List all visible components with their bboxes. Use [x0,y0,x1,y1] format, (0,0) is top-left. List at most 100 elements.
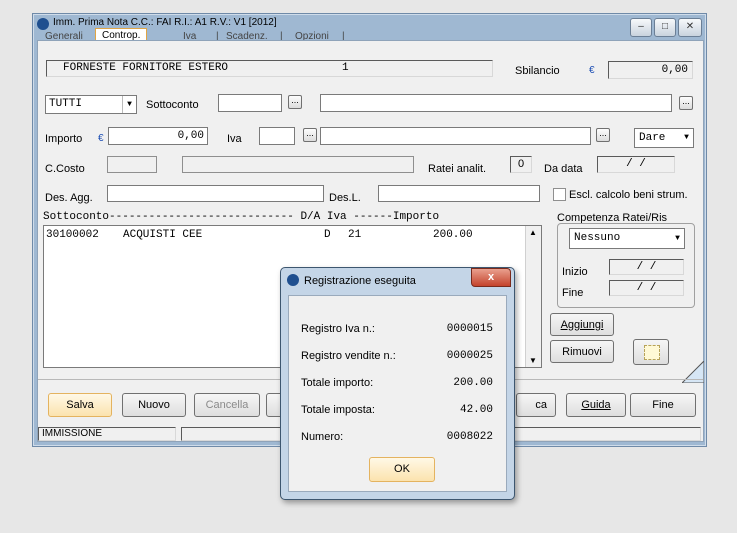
euro-icon: € [589,65,595,76]
ccosto-label: C.Costo [45,163,85,175]
dialog-row-value: 0008022 [446,431,493,443]
ellipsis-icon: ... [599,128,607,138]
ccosto-input[interactable] [107,156,157,173]
fine-input[interactable]: / / [609,280,684,296]
sottoconto-desc-lookup-button[interactable]: ... [679,96,693,110]
row-da: D [324,229,331,241]
ellipsis-icon: ... [306,128,314,138]
dialog-row-value: 200.00 [453,377,493,389]
des-l-label: Des.L. [329,192,361,204]
filter-select-value: TUTTI [49,98,83,110]
iva-desc-input[interactable] [320,127,591,145]
dialog-row-value: 0000025 [446,350,493,362]
calculator-icon [644,345,660,360]
sottoconto-label: Sottoconto [146,99,199,111]
ellipsis-icon: ... [291,95,299,105]
supplier-field: FORNESTE FORNITORE ESTERO 1 [46,60,493,77]
document-number: 1 [342,62,349,74]
cancella-button[interactable]: Cancella [194,393,260,417]
row-importo: 200.00 [433,229,473,241]
sottoconto-lookup-button[interactable]: ... [288,95,302,109]
filter-select[interactable]: TUTTI ▼ [45,95,137,114]
dialog-title: Registrazione eseguita [304,275,416,287]
close-icon: x [487,271,495,283]
dialog-row-label: Registro vendite n.: [301,350,396,362]
chevron-down-icon: ▼ [122,96,136,113]
dialog-row-label: Numero: [301,431,344,443]
grid-header: Sottoconto---------------------------- D… [43,211,440,223]
inizio-input[interactable]: / / [609,259,684,275]
des-l-input[interactable] [378,185,540,202]
aggiungi-button[interactable]: Aggiungi [550,313,614,336]
iva-desc-lookup-button[interactable]: ... [596,128,610,142]
dare-select[interactable]: Dare ▼ [634,128,694,148]
escl-checkbox[interactable] [553,188,566,201]
dialog-row-totale-importo: Totale importo: 200.00 [301,377,493,389]
app-icon [287,274,299,286]
salva-button[interactable]: Salva [48,393,112,417]
scroll-down-icon[interactable]: ▼ [529,356,537,365]
minimize-icon: – [638,21,644,32]
status-mode: IMMISSIONE [38,427,176,441]
chevron-down-icon: ▼ [684,133,689,142]
sbilancio-label: Sbilancio [515,65,560,77]
euro-icon: € [98,133,104,144]
sbilancio-value: 0,00 [608,61,693,79]
iva-label: Iva [227,133,242,145]
ccosto-desc-field [182,156,414,173]
sottoconto-code-input[interactable] [218,94,282,112]
dialog-row-label: Totale imposta: [301,404,375,416]
guida-button[interactable]: Guida [566,393,626,417]
nuovo-button[interactable]: Nuovo [122,393,186,417]
ok-button[interactable]: OK [369,457,435,482]
dialog-body: Registro Iva n.: 0000015 Registro vendit… [288,295,507,492]
competenza-select-value: Nessuno [574,232,621,244]
row-code: 30100002 [46,229,99,241]
dare-select-value: Dare [639,132,666,144]
fine-button[interactable]: Fine [630,393,696,417]
minimize-button[interactable]: – [630,18,652,37]
dialog-close-button[interactable]: x [471,268,511,287]
importo-input[interactable]: 0,00 [108,127,208,145]
dialog-row-value: 42.00 [459,404,493,416]
da-data-label: Da data [544,163,583,175]
des-agg-input[interactable] [107,185,324,202]
dialog-row-totale-imposta: Totale imposta: 42.00 [301,404,493,416]
fine-label: Fine [562,287,584,299]
maximize-icon: □ [661,21,669,32]
escl-label: Escl. calcolo beni strum. [569,189,688,201]
close-icon: ✕ [685,21,695,32]
da-data-input[interactable]: / / [597,156,675,173]
grid-scrollbar[interactable]: ▲ ▼ [525,226,541,367]
sottoconto-desc-input[interactable] [320,94,672,112]
iva-lookup-button[interactable]: ... [303,128,317,142]
table-row[interactable]: 30100002 ACQUISTI CEE D 21 200.00 [46,229,526,242]
ratei-label: Ratei analit. [428,163,487,175]
iva-code-input[interactable] [259,127,295,145]
registration-dialog: Registrazione eseguita x Registro Iva n.… [280,267,515,500]
supplier-name: FORNESTE FORNITORE ESTERO [63,62,229,74]
ellipsis-icon: ... [682,96,690,106]
row-iva: 21 [348,229,362,241]
importo-label: Importo [45,133,83,145]
dialog-row-label: Totale importo: [301,377,374,389]
row-desc: ACQUISTI CEE [123,229,203,241]
maximize-button[interactable]: □ [654,18,676,37]
dialog-row-numero: Numero: 0008022 [301,431,493,443]
dialog-row-value: 0000015 [446,323,493,335]
rimuovi-button[interactable]: Rimuovi [550,340,614,363]
inizio-label: Inizio [562,266,588,278]
scroll-up-icon[interactable]: ▲ [529,228,537,237]
app-icon [37,18,49,30]
window-title: Imm. Prima Nota C.C.: FAI R.I.: A1 R.V.:… [53,17,277,28]
close-button[interactable]: ✕ [678,18,702,37]
dialog-row-registro-iva: Registro Iva n.: 0000015 [301,323,493,335]
dialog-row-registro-vendite: Registro vendite n.: 0000025 [301,350,493,362]
calculator-button[interactable] [633,339,669,365]
competenza-select[interactable]: Nessuno ▼ [569,228,685,249]
chevron-down-icon: ▼ [675,234,680,243]
stampa-button[interactable]: ca [516,393,556,417]
dialog-row-label: Registro Iva n.: [301,323,375,335]
des-agg-label: Des. Agg. [45,192,93,204]
ratei-value: 0 [510,156,532,173]
